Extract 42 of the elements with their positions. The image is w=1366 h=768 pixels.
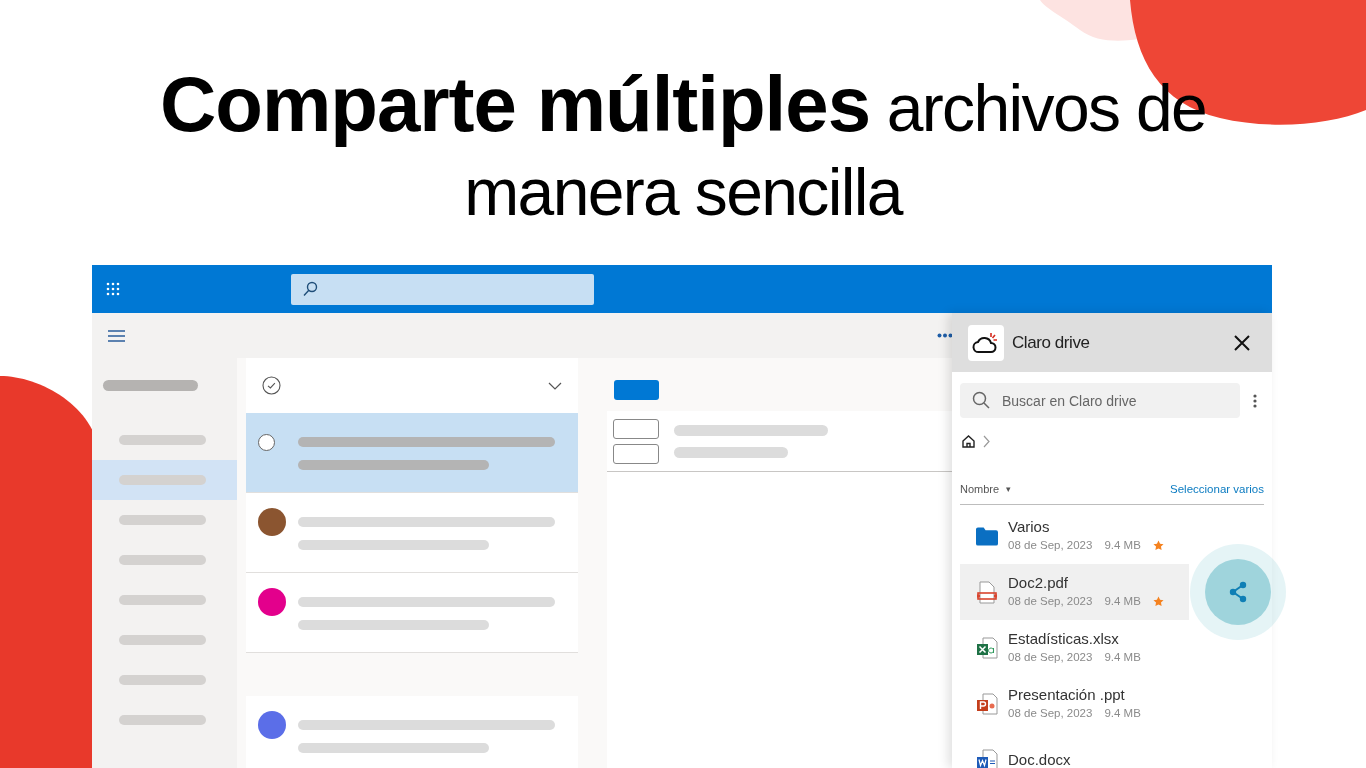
document-file-icon	[976, 749, 998, 768]
headline: Comparte múltiples archivos de manera sencilla	[158, 62, 1208, 231]
file-size: 9.4 MB	[1104, 650, 1141, 666]
drive-search-field[interactable]: Buscar en Claro drive	[960, 383, 1240, 418]
file-name: Doc2.pdf	[1008, 574, 1070, 593]
menu-icon[interactable]	[108, 329, 125, 342]
panel-title: Claro drive	[1012, 331, 1090, 354]
search-field[interactable]	[291, 273, 594, 305]
file-date: 08 de Sep, 2023	[1008, 538, 1093, 554]
placeholder-box	[613, 443, 659, 464]
share-icon	[1228, 581, 1248, 604]
kebab-icon[interactable]	[1253, 393, 1257, 408]
home-icon[interactable]	[962, 435, 975, 448]
search-icon	[303, 281, 318, 297]
pdf-file-icon	[976, 580, 998, 604]
chevron-down-icon[interactable]	[548, 381, 562, 390]
select-all-icon[interactable]	[262, 376, 281, 395]
radio-button[interactable]	[258, 434, 275, 451]
select-multiple-link[interactable]: Seleccionar varios	[1170, 481, 1264, 499]
sort-label[interactable]: Nombre	[960, 481, 1000, 498]
more-icon[interactable]	[937, 333, 953, 338]
file-size: 9.4 MB	[1104, 594, 1141, 610]
presentation-file-icon	[976, 693, 998, 716]
sort-caret-icon[interactable]: ▾	[1006, 482, 1012, 497]
file-size: 9.4 MB	[1104, 706, 1141, 722]
chevron-right-icon	[983, 435, 990, 448]
file-name: Estadísticas.xlsx	[1008, 630, 1120, 649]
file-date: 08 de Sep, 2023	[1008, 650, 1093, 666]
file-date: 08 de Sep, 2023	[1008, 594, 1093, 610]
spreadsheet-file-icon	[976, 637, 998, 660]
folder-icon	[976, 526, 998, 546]
file-name: Presentación .ppt	[1008, 686, 1126, 705]
file-row[interactable]: Doc2.pdf 08 de Sep, 2023 9.4 MB	[960, 564, 1189, 621]
placeholder-box	[613, 418, 659, 439]
file-date: 08 de Sep, 2023	[1008, 706, 1093, 722]
file-name: Doc.docx	[1008, 750, 1071, 768]
file-size: 9.4 MB	[1104, 538, 1141, 554]
app-launcher-icon[interactable]	[106, 282, 120, 296]
search-icon	[972, 391, 990, 409]
logo-icon	[968, 324, 1004, 361]
close-icon[interactable]	[1234, 334, 1250, 351]
file-name: Varios	[1008, 518, 1051, 537]
